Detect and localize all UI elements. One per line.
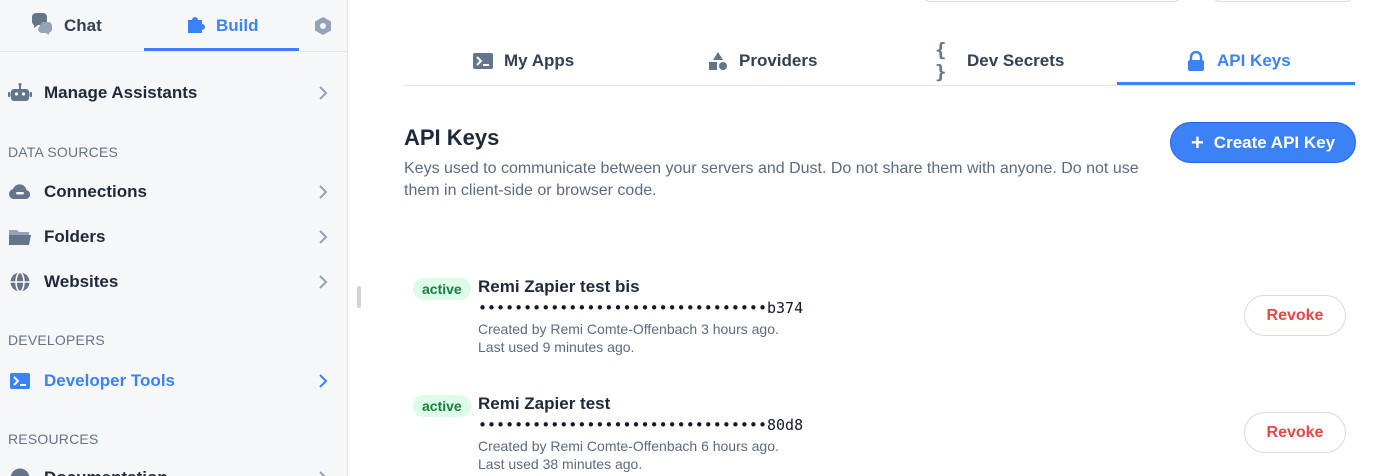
- sidebar: Chat Build Manage Assistants DATA SOURCE…: [0, 0, 348, 476]
- api-key-last-used: Last used 38 minutes ago.: [478, 456, 643, 472]
- sidebar-item-developer-tools[interactable]: Developer Tools: [0, 361, 348, 401]
- top-select-control[interactable]: [920, 0, 1184, 2]
- tab-build-underline: [144, 48, 299, 51]
- globe-icon: [8, 270, 32, 294]
- sidebar-top-tabs: Chat Build: [0, 0, 348, 52]
- api-key-row: active Remi Zapier test ••••••••••••••••…: [404, 387, 1356, 476]
- book-icon: [8, 466, 32, 476]
- sidebar-item-label: Websites: [44, 272, 119, 291]
- shapes-icon: [707, 50, 729, 72]
- api-key-created: Created by Remi Comte-Offenbach 3 hours …: [478, 321, 779, 337]
- sidebar-item-label: Folders: [44, 227, 106, 246]
- section-header-developers: DEVELOPERS: [8, 332, 105, 348]
- sidebar-item-label: Connections: [44, 182, 147, 201]
- sidebar-item-folders[interactable]: Folders: [0, 217, 348, 257]
- status-badge: active: [413, 395, 471, 417]
- api-key-created: Created by Remi Comte-Offenbach 6 hours …: [478, 438, 779, 454]
- tab-build[interactable]: Build: [186, 0, 259, 52]
- page-title: API Keys: [404, 125, 500, 150]
- tab-label: API Keys: [1217, 51, 1291, 70]
- api-key-row: active Remi Zapier test bis ••••••••••••…: [404, 270, 1356, 370]
- sidebar-item-websites[interactable]: Websites: [0, 262, 348, 302]
- api-key-name: Remi Zapier test bis: [478, 277, 640, 296]
- tab-label: Providers: [739, 51, 818, 70]
- tab-api-keys[interactable]: API Keys: [1185, 36, 1291, 86]
- plus-icon: +: [1190, 129, 1204, 155]
- terminal-icon: [472, 50, 494, 72]
- braces-icon: { }: [935, 39, 947, 83]
- api-key-last-used: Last used 9 minutes ago.: [478, 339, 635, 355]
- tab-chat-label: Chat: [64, 16, 102, 35]
- create-api-key-label: Create API Key: [1213, 132, 1336, 152]
- chat-bubbles-icon: [30, 12, 54, 40]
- tab-dev-secrets[interactable]: { } Dev Secrets: [935, 36, 1064, 86]
- section-header-data-sources: DATA SOURCES: [8, 144, 119, 160]
- sidebar-item-label: Manage Assistants: [44, 83, 198, 102]
- chevron-right-icon: [316, 184, 330, 200]
- puzzle-icon: [186, 14, 206, 39]
- chevron-right-icon: [316, 373, 330, 389]
- revoke-button[interactable]: Revoke: [1244, 412, 1346, 453]
- lock-icon: [1185, 50, 1207, 72]
- cloud-link-icon: [8, 180, 32, 204]
- tab-build-label: Build: [216, 16, 259, 35]
- tab-label: Dev Secrets: [967, 51, 1065, 70]
- api-key-secret: ••••••••••••••••••••••••••••••••b374: [478, 299, 804, 317]
- tab-my-apps[interactable]: My Apps: [472, 36, 574, 86]
- create-api-key-button[interactable]: + Create API Key: [1170, 122, 1356, 163]
- tab-label: My Apps: [504, 51, 575, 70]
- robot-icon: [8, 81, 32, 105]
- sidebar-resize-handle[interactable]: [357, 286, 361, 308]
- terminal-icon: [8, 369, 32, 393]
- section-header-resources: RESOURCES: [8, 431, 99, 447]
- chevron-right-icon: [316, 85, 330, 101]
- chevron-right-icon: [316, 229, 330, 245]
- sidebar-item-connections[interactable]: Connections: [0, 172, 348, 212]
- top-action-control[interactable]: [1210, 0, 1356, 2]
- folder-icon: [8, 225, 32, 249]
- sidebar-item-manage-assistants[interactable]: Manage Assistants: [0, 73, 348, 113]
- page-description: Keys used to communicate between your se…: [404, 160, 1139, 199]
- sidebar-item-label: Documentation: [44, 468, 168, 476]
- api-key-name: Remi Zapier test: [478, 394, 611, 413]
- tab-api-keys-underline: [1117, 82, 1355, 85]
- sidebar-item-label: Developer Tools: [44, 371, 175, 390]
- sidebar-item-documentation[interactable]: Documentation: [0, 458, 348, 476]
- api-key-secret: ••••••••••••••••••••••••••••••••80d8: [478, 416, 804, 434]
- tab-providers[interactable]: Providers: [707, 36, 817, 86]
- hexagon-settings-icon[interactable]: [313, 16, 333, 36]
- developer-tools-tabs: My Apps Providers { } Dev Secrets API Ke…: [404, 36, 1356, 86]
- revoke-button[interactable]: Revoke: [1244, 295, 1346, 336]
- status-badge: active: [413, 278, 471, 300]
- chevron-right-icon: [316, 470, 330, 476]
- tab-chat[interactable]: Chat: [30, 0, 102, 52]
- chevron-right-icon: [316, 274, 330, 290]
